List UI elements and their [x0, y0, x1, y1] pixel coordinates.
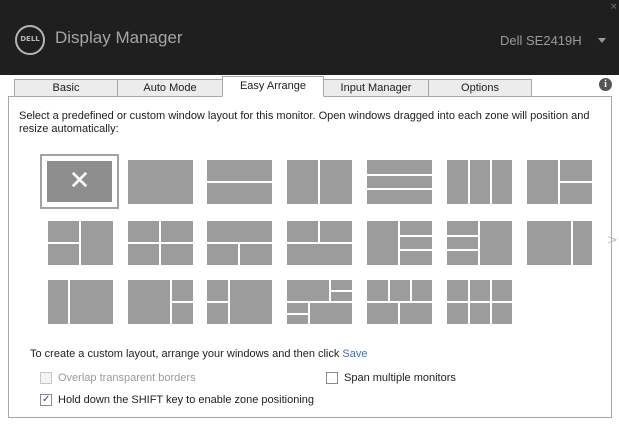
title-bar: DELL Display Manager Dell SE2419H ×: [0, 0, 619, 75]
tab-bar: Basic Auto Mode Easy Arrange Input Manag…: [0, 75, 619, 97]
layout-left-col-right-split[interactable]: [527, 160, 592, 204]
layout-wide-left-right-split[interactable]: [128, 280, 193, 324]
layout-two-columns[interactable]: [287, 160, 352, 204]
next-page-arrow[interactable]: >: [607, 233, 618, 248]
layout-wide-left-narrow-right[interactable]: [527, 221, 592, 265]
span-monitors-option[interactable]: Span multiple monitors: [326, 372, 456, 386]
custom-layout-instruction: To create a custom layout, arrange your …: [30, 348, 367, 360]
layout-left-three-right-col[interactable]: [447, 221, 512, 265]
layout-top-three-bottom-two[interactable]: [367, 280, 432, 324]
shift-zone-label: Hold down the SHIFT key to enable zone p…: [58, 394, 315, 406]
layout-quad[interactable]: [128, 221, 193, 265]
layout-six-grid[interactable]: [447, 280, 512, 324]
overlap-borders-label: Overlap transparent borders: [58, 372, 196, 384]
layout-full[interactable]: [128, 160, 193, 204]
save-link[interactable]: Save: [342, 348, 367, 360]
layout-three-rows[interactable]: [367, 160, 432, 204]
layout-clear-selected[interactable]: ✕: [40, 154, 119, 209]
app-title: Display Manager: [55, 28, 183, 47]
clear-icon: ✕: [68, 166, 91, 196]
layout-top-split-bottom-full[interactable]: [287, 221, 352, 265]
tab-easy-arrange[interactable]: Easy Arrange: [222, 76, 324, 97]
layout-left-col-right-three[interactable]: [367, 221, 432, 265]
monitor-selector[interactable]: Dell SE2419H: [500, 33, 582, 48]
layout-right-col-left-split[interactable]: [48, 221, 113, 265]
dell-logo-text: DELL: [20, 35, 40, 43]
tab-options[interactable]: Options: [428, 79, 532, 97]
layout-two-rows[interactable]: [207, 160, 272, 204]
span-monitors-checkbox[interactable]: [326, 372, 338, 384]
tab-input-manager[interactable]: Input Manager: [323, 79, 429, 97]
instruction-text: To create a custom layout, arrange your …: [30, 348, 340, 360]
layout-three-columns[interactable]: [447, 160, 512, 204]
close-icon[interactable]: ×: [610, 3, 618, 12]
layout-narrow-left-wide-right[interactable]: [48, 280, 113, 324]
layout-mixed-grid[interactable]: [287, 280, 352, 324]
layout-description: Select a predefined or custom window lay…: [19, 110, 590, 135]
chevron-down-icon[interactable]: [598, 38, 606, 43]
shift-zone-checkbox[interactable]: [40, 393, 52, 406]
dell-logo: DELL: [15, 25, 45, 55]
layout-top-full-bottom-split[interactable]: [207, 221, 272, 265]
info-icon[interactable]: i: [599, 78, 612, 91]
easy-arrange-panel: Select a predefined or custom window lay…: [8, 96, 618, 418]
overlap-borders-option: Overlap transparent borders: [40, 372, 196, 386]
tab-auto-mode[interactable]: Auto Mode: [117, 79, 223, 97]
shift-zone-option[interactable]: Hold down the SHIFT key to enable zone p…: [40, 393, 315, 408]
span-monitors-label: Span multiple monitors: [344, 372, 456, 384]
layout-left-split-wide-right[interactable]: [207, 280, 272, 324]
tab-basic[interactable]: Basic: [14, 79, 118, 97]
overlap-borders-checkbox: [40, 372, 52, 384]
